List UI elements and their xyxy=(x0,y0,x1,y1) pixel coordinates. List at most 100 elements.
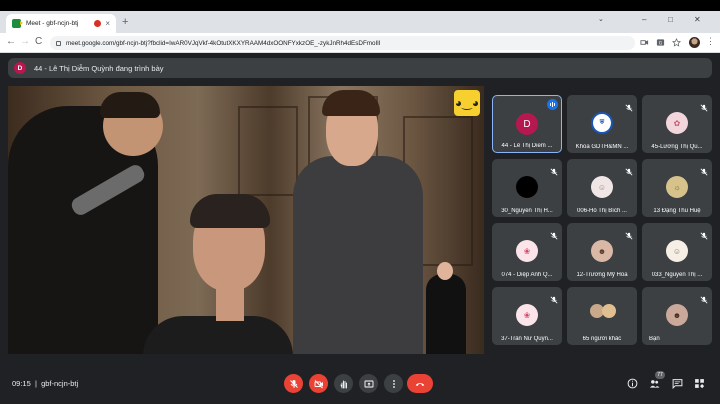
close-window-button[interactable]: ✕ xyxy=(694,15,701,24)
mic-off-icon xyxy=(700,163,708,176)
recording-dot-icon xyxy=(94,20,102,27)
participant-tile[interactable]: D 44 - Lê Thị Diễm ... xyxy=(492,95,562,153)
participant-name: 074 - Diệp Anh Q... xyxy=(501,272,553,278)
participant-avatar: ☻ xyxy=(666,304,688,326)
mic-off-icon xyxy=(700,227,708,240)
reload-button[interactable]: C xyxy=(35,36,42,47)
present-icon xyxy=(364,380,373,387)
participant-avatar: ⛨ xyxy=(591,112,613,134)
lock-icon xyxy=(56,40,61,46)
mic-off-icon xyxy=(550,291,558,304)
meet-favicon-icon xyxy=(12,19,23,28)
tab-close-icon[interactable]: × xyxy=(105,19,110,28)
mic-toggle-button[interactable] xyxy=(284,374,303,393)
participant-tile[interactable]: 30_Nguyễn Thị H... xyxy=(492,159,562,217)
participant-name: 006-Hồ Thị Bích ... xyxy=(577,208,627,214)
participant-tile[interactable]: ❀ 37-Trần Nữ Quỳn... xyxy=(492,287,562,345)
maximize-button[interactable]: □ xyxy=(668,15,673,24)
svg-text:G: G xyxy=(659,40,663,46)
browser-menu-icon[interactable]: ⋮ xyxy=(706,36,715,47)
more-options-button[interactable] xyxy=(384,374,403,393)
participant-avatar: ☼ xyxy=(666,176,688,198)
participant-name: 45-Lương Thị Qu... xyxy=(651,144,703,150)
profile-avatar[interactable] xyxy=(689,37,700,48)
stylist-right xyxy=(293,156,423,354)
stylist-right-hair xyxy=(322,90,380,116)
meeting-controls-bar: 09:15 | gbf-ncjn-btj xyxy=(0,360,720,404)
presenter-text: 44 - Lê Thị Diễm Quỳnh đang trình bày xyxy=(34,63,164,73)
participant-name: 13 Đặng Thu Huệ xyxy=(653,208,701,214)
address-bar[interactable]: meet.google.com/gbf-ncjn-btj?fbclid=IwAR… xyxy=(50,36,635,50)
clock-time: 09:15 xyxy=(12,379,31,388)
wall-panel xyxy=(238,106,298,196)
browser-window: Meet - gbf-ncjn-btj × + ⌄ – □ ✕ ← → C me… xyxy=(0,11,720,404)
presenter-avatar: D xyxy=(14,62,26,74)
present-screen-button[interactable] xyxy=(359,374,378,393)
minimize-button[interactable]: – xyxy=(642,15,646,24)
participant-tile[interactable]: ☼ 13 Đặng Thu Huệ xyxy=(642,159,712,217)
speaking-indicator-icon xyxy=(547,99,558,110)
presenter-banner: D 44 - Lê Thị Diễm Quỳnh đang trình bày xyxy=(8,58,712,78)
tab-meet[interactable]: Meet - gbf-ncjn-btj × xyxy=(6,14,116,33)
camera-off-icon xyxy=(314,379,323,388)
mic-off-icon xyxy=(625,227,633,240)
participant-name: 033_Nguyễn Thị ... xyxy=(651,272,703,278)
bookmark-star-icon[interactable] xyxy=(672,38,681,47)
participant-name: 37-Trần Nữ Quỳn... xyxy=(501,336,553,342)
mic-off-icon xyxy=(550,227,558,240)
participant-avatar: D xyxy=(516,113,538,135)
leave-call-button[interactable] xyxy=(407,374,433,393)
meeting-code: gbf-ncjn-btj xyxy=(41,379,79,388)
participant-avatar: ✿ xyxy=(666,112,688,134)
participant-name: Bạn xyxy=(649,336,660,342)
participant-avatar: ☺ xyxy=(666,240,688,262)
tab-strip: Meet - gbf-ncjn-btj × + ⌄ – □ ✕ xyxy=(0,11,720,33)
tab-search-icon[interactable]: ⌄ xyxy=(598,15,604,23)
participant-avatar: ☺ xyxy=(591,176,613,198)
translate-icon[interactable]: G xyxy=(656,38,665,47)
participant-tile[interactable]: ☺ 033_Nguyễn Thị ... xyxy=(642,223,712,281)
stylist-left-hair xyxy=(100,92,160,118)
separator: | xyxy=(34,379,37,388)
camera-permission-icon[interactable] xyxy=(640,38,649,47)
participant-avatar: ☻ xyxy=(591,240,613,262)
participant-name: 65 người khác xyxy=(582,336,622,342)
meeting-info-icon[interactable] xyxy=(627,378,638,389)
model-hair xyxy=(190,194,270,228)
participant-tile[interactable]: ☺ 006-Hồ Thị Bích ... xyxy=(567,159,637,217)
presentation-video[interactable]: ◕‿◕ xyxy=(8,86,484,354)
url-text: meet.google.com/gbf-ncjn-btj?fbclid=IwAR… xyxy=(66,39,381,47)
participant-avatar xyxy=(516,176,538,198)
participant-name: 44 - Lê Thị Diễm ... xyxy=(501,143,553,149)
chat-icon[interactable] xyxy=(672,378,683,389)
participant-tile-self[interactable]: ☻ Bạn xyxy=(642,287,712,345)
mic-off-icon xyxy=(625,99,633,112)
interpreter-body xyxy=(426,274,466,354)
participant-name: 30_Nguyễn Thị H... xyxy=(501,208,553,214)
back-button[interactable]: ← xyxy=(6,36,16,47)
new-tab-button[interactable]: + xyxy=(122,16,128,28)
browser-toolbar: ← → C meet.google.com/gbf-ncjn-btj?fbcli… xyxy=(0,33,720,53)
participant-tile[interactable]: ✿ 45-Lương Thị Qu... xyxy=(642,95,712,153)
mic-off-icon xyxy=(550,163,558,176)
participant-tile[interactable]: ⛨ Khoa GDTH&MN ... xyxy=(567,95,637,153)
people-icon[interactable] xyxy=(649,378,660,389)
participant-name: Khoa GDTH&MN ... xyxy=(575,144,629,150)
model-shoulders xyxy=(143,316,293,354)
mic-off-icon xyxy=(625,163,633,176)
camera-toggle-button[interactable] xyxy=(309,374,328,393)
participant-tile[interactable]: ❀ 074 - Diệp Anh Q... xyxy=(492,223,562,281)
raise-hand-button[interactable] xyxy=(334,374,353,393)
participant-name: 12-Trương Mỹ Hoa xyxy=(576,272,628,278)
model-neck xyxy=(216,286,244,321)
activities-icon[interactable] xyxy=(694,378,705,389)
participant-tile[interactable]: ☻ 12-Trương Mỹ Hoa xyxy=(567,223,637,281)
mic-off-icon xyxy=(700,99,708,112)
forward-button[interactable]: → xyxy=(20,36,30,47)
tab-title: Meet - gbf-ncjn-btj xyxy=(26,20,79,27)
hand-icon xyxy=(340,380,347,388)
participant-avatar: ❀ xyxy=(516,240,538,262)
meeting-time: 09:15 | gbf-ncjn-btj xyxy=(12,379,78,388)
people-count-badge: 77 xyxy=(655,371,665,379)
participant-tile-others[interactable]: 65 người khác xyxy=(567,287,637,345)
